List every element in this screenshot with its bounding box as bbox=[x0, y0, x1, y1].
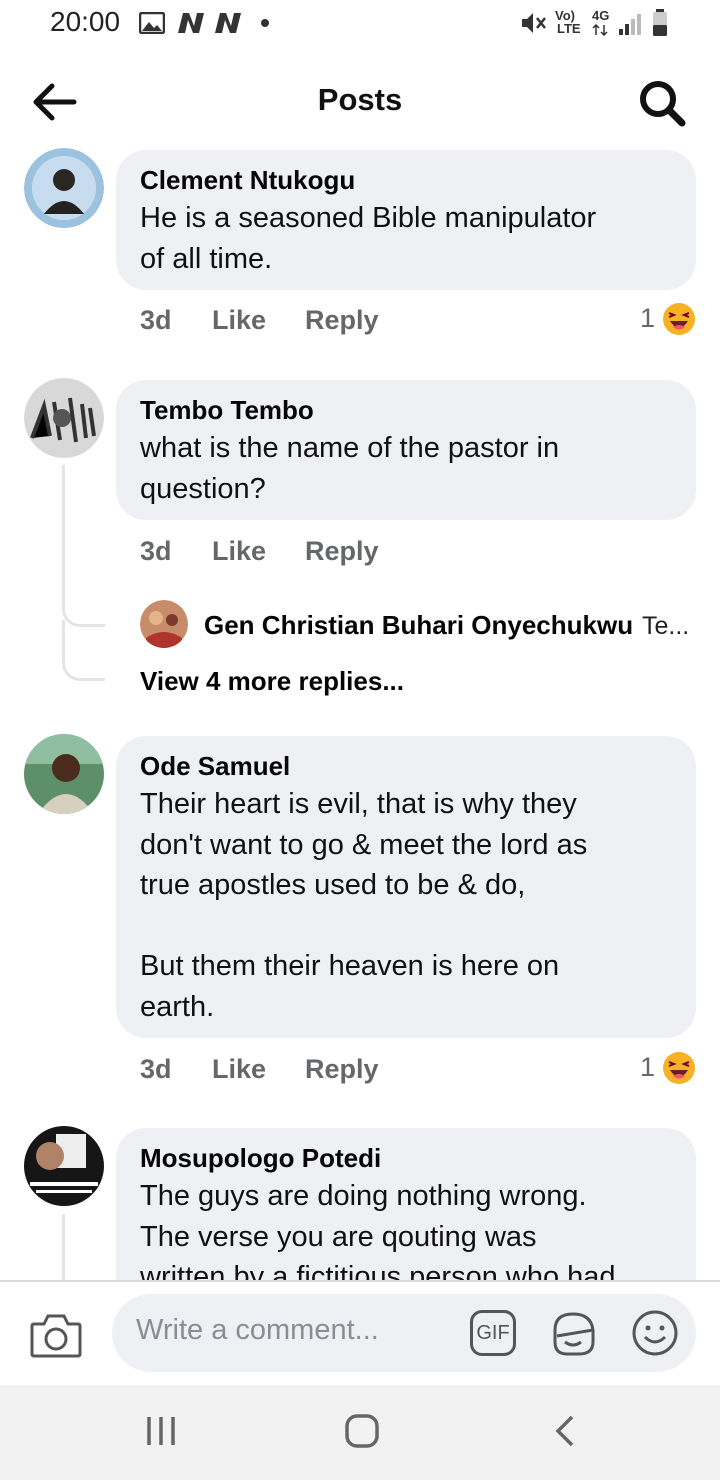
lte-label: LTE bbox=[557, 21, 581, 36]
page-title: Posts bbox=[317, 82, 403, 117]
mute-icon bbox=[522, 13, 546, 33]
camera-icon[interactable] bbox=[30, 1312, 82, 1358]
view-more-replies[interactable]: View 4 more replies... bbox=[140, 666, 404, 697]
avatar-image bbox=[24, 1126, 104, 1206]
comment-author[interactable]: Mosupologo Potedi bbox=[140, 1143, 381, 1174]
comment-input-placeholder: Write a comment... bbox=[136, 1314, 379, 1346]
reaction-count[interactable]: 1 bbox=[640, 1052, 655, 1083]
reply-button[interactable]: Reply bbox=[305, 536, 379, 567]
reply-avatar[interactable] bbox=[140, 600, 188, 648]
avatar[interactable] bbox=[24, 148, 104, 228]
avatar-image bbox=[24, 734, 104, 814]
thread-connector bbox=[62, 620, 105, 681]
network-4g-label: 4G bbox=[592, 8, 610, 23]
comment-bubble[interactable]: Clement Ntukogu He is a seasoned Bible m… bbox=[116, 150, 696, 290]
home-icon[interactable] bbox=[344, 1413, 380, 1449]
reply-button[interactable]: Reply bbox=[305, 1054, 379, 1085]
recent-apps-icon[interactable] bbox=[145, 1413, 179, 1449]
avatar-image bbox=[140, 600, 188, 648]
reply-author[interactable]: Gen Christian Buhari Onyechukwu bbox=[204, 610, 633, 641]
search-icon bbox=[640, 81, 686, 127]
battery-icon bbox=[653, 9, 667, 36]
laughing-emoji-icon[interactable] bbox=[662, 302, 696, 336]
avatar[interactable] bbox=[24, 1126, 104, 1206]
reply-snippet[interactable]: Te... bbox=[642, 612, 689, 641]
gif-label: GIF bbox=[476, 1322, 510, 1344]
like-button[interactable]: Like bbox=[212, 536, 266, 567]
smiley-icon[interactable] bbox=[630, 1308, 680, 1358]
avatar[interactable] bbox=[24, 734, 104, 814]
sticker-icon[interactable] bbox=[549, 1308, 601, 1358]
signal-icon bbox=[619, 14, 641, 35]
data-arrows-icon bbox=[592, 24, 608, 36]
status-bar: 20:00 Vo) LTE 4G bbox=[0, 0, 720, 48]
dot-icon bbox=[261, 19, 269, 27]
comment-text: He is a seasoned Bible manipulator of al… bbox=[140, 202, 597, 275]
like-button[interactable]: Like bbox=[212, 305, 266, 336]
search-button[interactable] bbox=[636, 78, 690, 130]
comment-age: 3d bbox=[140, 1054, 172, 1084]
comment-bubble[interactable]: Ode Samuel Their heart is evil, that is … bbox=[116, 736, 696, 1038]
avatar[interactable] bbox=[24, 378, 104, 458]
comment-author[interactable]: Clement Ntukogu bbox=[140, 165, 355, 196]
comment-author[interactable]: Ode Samuel bbox=[140, 751, 290, 782]
status-time: 20:00 bbox=[50, 6, 121, 37]
reaction-count[interactable]: 1 bbox=[640, 303, 655, 334]
comment-composer: Write a comment... GIF bbox=[0, 1280, 720, 1387]
like-button[interactable]: Like bbox=[212, 1054, 266, 1085]
laughing-emoji-icon[interactable] bbox=[662, 1051, 696, 1085]
avatar-image bbox=[24, 378, 104, 458]
comment-text: what is the name of the pastor in questi… bbox=[140, 432, 560, 505]
reply-button[interactable]: Reply bbox=[305, 305, 379, 336]
comment-age: 3d bbox=[140, 305, 172, 335]
app-header: Posts bbox=[0, 56, 720, 146]
notification-n-icon bbox=[178, 13, 204, 33]
thread-line bbox=[62, 465, 65, 605]
comment-author[interactable]: Tembo Tembo bbox=[140, 395, 314, 426]
avatar-image bbox=[24, 148, 104, 228]
comment-bubble[interactable]: Tembo Tembo what is the name of the past… bbox=[116, 380, 696, 520]
thread-line bbox=[62, 1214, 65, 1280]
comment-age: 3d bbox=[140, 536, 172, 566]
notification-n-icon bbox=[215, 13, 241, 33]
gif-button[interactable]: GIF bbox=[470, 1310, 516, 1356]
comment-input[interactable]: Write a comment... GIF bbox=[112, 1294, 696, 1372]
comment-text: Their heart is evil, that is why they do… bbox=[140, 788, 588, 1023]
system-nav-bar bbox=[0, 1385, 720, 1480]
nav-back-icon[interactable] bbox=[552, 1413, 578, 1449]
gallery-icon bbox=[139, 12, 165, 34]
